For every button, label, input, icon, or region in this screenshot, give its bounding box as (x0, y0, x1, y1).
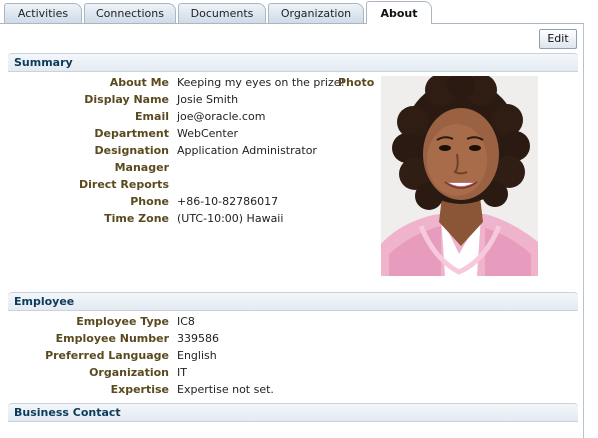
organization-value: IT (177, 366, 187, 379)
designation-value: Application Administrator (177, 144, 317, 157)
designation-label: Designation (94, 144, 169, 157)
summary-divider (8, 71, 578, 72)
employee-type-label: Employee Type (76, 315, 169, 328)
phone-label: Phone (130, 195, 169, 208)
expertise-value: Expertise not set. (177, 383, 274, 396)
tab-activities[interactable]: Activities (4, 3, 82, 23)
employee-number-value: 339586 (177, 332, 219, 345)
organization-label: Organization (89, 366, 169, 379)
manager-label: Manager (114, 161, 169, 174)
tab-connections[interactable]: Connections (84, 3, 176, 23)
direct-reports-label: Direct Reports (79, 178, 169, 191)
business-contact-divider (8, 421, 578, 422)
department-label: Department (94, 127, 169, 140)
about-me-value: Keeping my eyes on the prize! (177, 76, 345, 89)
time-zone-value: (UTC-10:00) Hawaii (177, 212, 284, 225)
email-value: joe@oracle.com (177, 110, 266, 123)
tab-organization[interactable]: Organization (268, 3, 364, 23)
edit-button[interactable]: Edit (539, 29, 577, 49)
about-me-label: About Me (109, 76, 169, 89)
summary-section-header: Summary (8, 53, 578, 71)
tab-documents[interactable]: Documents (178, 3, 266, 23)
preferred-language-value: English (177, 349, 217, 362)
expertise-label: Expertise (110, 383, 169, 396)
employee-number-label: Employee Number (55, 332, 169, 345)
tab-about[interactable]: About (366, 1, 432, 24)
display-name-value: Josie Smith (177, 93, 239, 106)
photo-label: Photo (338, 76, 375, 89)
tab-bar: Activities Connections Documents Organiz… (0, 0, 598, 24)
phone-value: +86-10-82786017 (177, 195, 279, 208)
preferred-language-label: Preferred Language (45, 349, 169, 362)
display-name-label: Display Name (84, 93, 169, 106)
profile-page: Activities Connections Documents Organiz… (0, 0, 598, 438)
email-label: Email (135, 110, 169, 123)
employee-divider (8, 310, 578, 311)
employee-section-header: Employee (8, 292, 578, 310)
time-zone-label: Time Zone (104, 212, 169, 225)
employee-type-value: IC8 (177, 315, 195, 328)
department-value: WebCenter (177, 127, 239, 140)
business-contact-section-header: Business Contact (8, 403, 578, 421)
profile-photo (381, 76, 538, 276)
